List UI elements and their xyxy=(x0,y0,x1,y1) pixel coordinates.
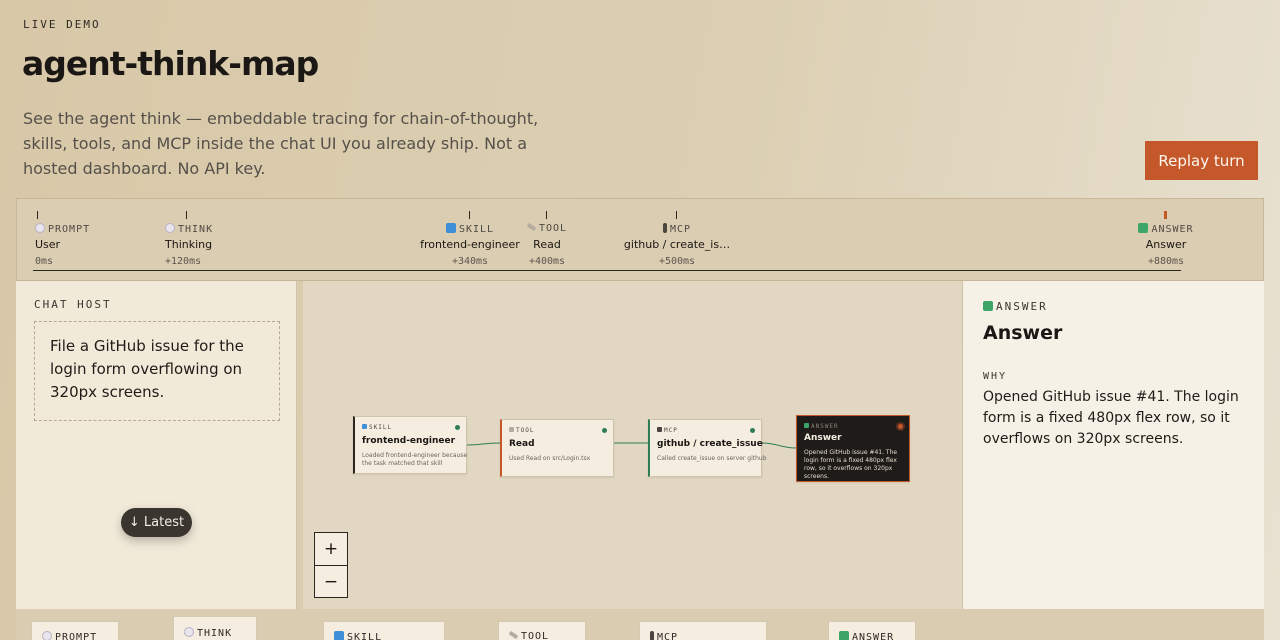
node-title: Read xyxy=(509,439,535,449)
chat-host-panel: CHAT HOST File a GitHub issue for the lo… xyxy=(16,281,297,609)
replay-turn-button[interactable]: Replay turn xyxy=(1145,141,1258,180)
detail-why-label: WHY xyxy=(983,371,1008,382)
node-description: Opened GitHub issue #41. The login form … xyxy=(804,449,898,480)
check-icon xyxy=(804,423,809,428)
edge-skill-tool xyxy=(466,442,501,446)
scroll-to-latest-button[interactable]: ↓ Latest xyxy=(121,508,192,537)
timeline-step-name: github / create_is… xyxy=(623,238,731,251)
check-icon xyxy=(983,301,993,311)
node-title: Answer xyxy=(804,433,842,443)
thought-bubble-icon xyxy=(165,223,175,233)
thought-bubble-icon xyxy=(184,627,194,637)
detail-title: Answer xyxy=(983,322,1063,344)
timeline-tick xyxy=(469,211,470,219)
status-dot xyxy=(602,428,607,433)
timeline: PROMPT User 0ms THINK Thinking +120ms SK… xyxy=(16,198,1264,281)
node-title: frontend-engineer xyxy=(362,436,456,446)
node-detail-panel: ANSWER Answer WHY Opened GitHub issue #4… xyxy=(962,281,1264,609)
node-title: github / create_issue xyxy=(657,439,763,449)
bottom-card-tool[interactable]: TOOL xyxy=(498,621,586,640)
pin-icon xyxy=(662,223,667,233)
book-icon xyxy=(445,223,456,233)
node-description: Loaded frontend-engineer because the tas… xyxy=(362,452,468,467)
page-title: agent-think-map xyxy=(22,44,319,83)
chat-message: File a GitHub issue for the login form o… xyxy=(34,321,280,421)
check-icon xyxy=(839,631,849,640)
bottom-card-skill[interactable]: SKILL xyxy=(323,621,445,640)
pin-icon xyxy=(650,631,654,640)
check-icon xyxy=(1138,223,1149,233)
timeline-step-name: User xyxy=(35,238,61,251)
bottom-card-think[interactable]: THINK xyxy=(173,616,257,640)
zoom-out-button[interactable]: − xyxy=(315,565,347,597)
timeline-step-name: Answer xyxy=(1145,238,1187,251)
graph-node-tool[interactable]: TOOL Read Used Read on src/Login.tsx xyxy=(500,419,614,477)
timeline-step-name: Thinking xyxy=(165,238,213,251)
graph-node-answer[interactable]: ANSWER Answer Opened GitHub issue #41. T… xyxy=(796,415,910,482)
status-dot xyxy=(898,424,903,429)
node-description: Called create_issue on server github xyxy=(657,455,767,462)
book-icon xyxy=(362,424,367,429)
detail-body: Opened GitHub issue #41. The login form … xyxy=(983,389,1239,447)
detail-kind: ANSWER xyxy=(996,300,1048,313)
bottom-card-mcp[interactable]: MCP xyxy=(639,621,767,640)
timeline-step-time: +120ms xyxy=(165,256,202,267)
wrench-icon xyxy=(508,630,519,640)
think-map-canvas[interactable]: SKILL frontend-engineer Loaded frontend-… xyxy=(303,281,958,609)
timeline-tick xyxy=(676,211,677,219)
timeline-step-time: +880ms xyxy=(1147,256,1185,267)
page-description: See the agent think — embeddable tracing… xyxy=(23,109,539,178)
status-dot xyxy=(750,428,755,433)
node-description: Used Read on src/Login.tsx xyxy=(509,455,591,462)
graph-node-mcp[interactable]: MCP github / create_issue Called create_… xyxy=(648,419,767,477)
timeline-step-time: 0ms xyxy=(35,256,54,267)
wrench-icon xyxy=(526,222,537,232)
bottom-card-answer[interactable]: ANSWER xyxy=(828,621,916,640)
timeline-tick xyxy=(186,211,187,219)
timeline-step-name: Read xyxy=(533,238,561,251)
timeline-tick xyxy=(546,211,547,219)
timeline-step-time: +400ms xyxy=(528,256,566,267)
chat-host-label: CHAT HOST xyxy=(34,298,112,311)
timeline-axis xyxy=(33,270,1181,271)
zoom-controls: + − xyxy=(314,532,348,598)
graph-node-skill[interactable]: SKILL frontend-engineer Loaded frontend-… xyxy=(353,416,467,474)
bottom-card-strip: PROMPT THINK SKILL TOOL MCP ANSWER xyxy=(16,609,1264,640)
timeline-tick-active xyxy=(1164,211,1167,219)
timeline-tick xyxy=(37,211,38,219)
status-dot xyxy=(455,425,460,430)
speech-bubble-icon xyxy=(42,631,52,640)
bottom-card-prompt[interactable]: PROMPT xyxy=(31,621,119,640)
speech-bubble-icon xyxy=(35,223,45,233)
edge-mcp-answer xyxy=(761,442,797,449)
zoom-in-button[interactable]: + xyxy=(315,533,347,565)
wrench-icon xyxy=(509,427,514,432)
book-icon xyxy=(334,631,344,640)
eyebrow-label: LIVE DEMO xyxy=(23,18,101,31)
pin-icon xyxy=(657,427,662,432)
timeline-step-time: +500ms xyxy=(658,256,696,267)
